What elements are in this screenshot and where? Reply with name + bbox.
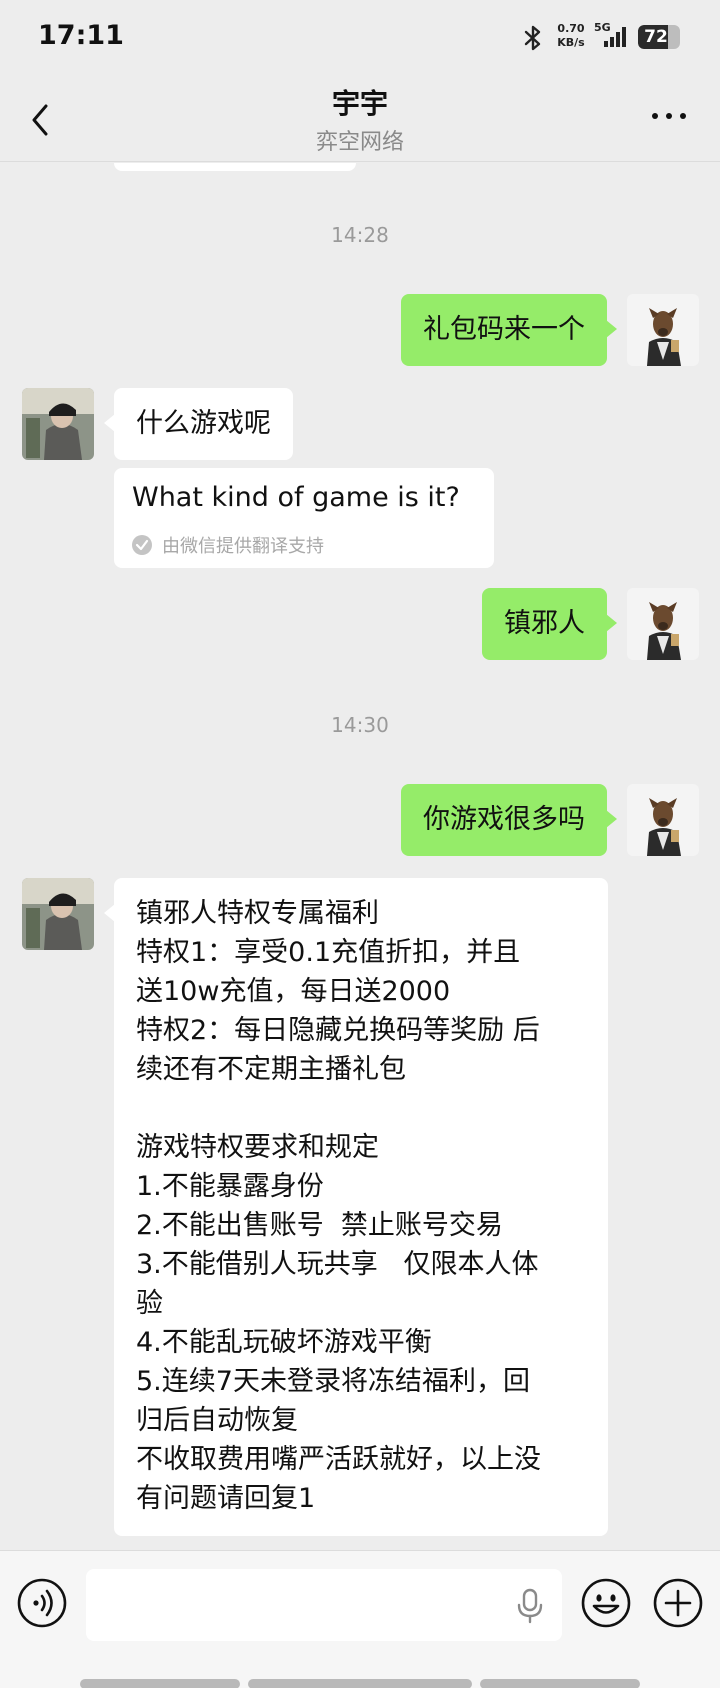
self-message-bubble[interactable]: 礼包码来一个 xyxy=(401,294,617,366)
self-avatar[interactable] xyxy=(627,294,699,366)
translation-source: 由微信提供翻译支持 xyxy=(132,532,324,558)
check-circle-icon xyxy=(132,535,152,555)
translation-source-label: 由微信提供翻译支持 xyxy=(162,536,324,557)
network-speed: 0.70 KB/s xyxy=(554,22,588,50)
nav-indicator-left xyxy=(80,1679,240,1688)
chat-header: 宇宇 弈空网络 xyxy=(0,76,720,162)
battery-level: 72 xyxy=(644,27,668,47)
message-list[interactable]: 14:28 礼包码来一个 什么游戏呢 What kind of game is … xyxy=(0,163,720,1550)
bluetooth-icon xyxy=(524,25,541,51)
message-input[interactable] xyxy=(86,1569,562,1641)
translation-text: What kind of game is it? xyxy=(132,482,460,513)
self-message-bubble[interactable]: 你游戏很多吗 xyxy=(401,784,617,856)
translation-bubble[interactable]: What kind of game is it? 由微信提供翻译支持 xyxy=(114,468,494,568)
signal-icon xyxy=(604,27,626,47)
contact-avatar[interactable] xyxy=(22,878,94,950)
self-message-bubble[interactable]: 镇邪人 xyxy=(482,588,617,660)
more-options-icon[interactable] xyxy=(650,106,688,126)
voice-icon[interactable] xyxy=(16,1577,68,1629)
network-speed-value: 0.70 xyxy=(557,22,585,35)
nav-indicator-center xyxy=(248,1679,472,1688)
contact-message-bubble[interactable]: 什么游戏呢 xyxy=(104,388,293,460)
status-time: 17:11 xyxy=(38,20,124,51)
mic-icon[interactable] xyxy=(514,1587,546,1625)
input-bar xyxy=(0,1550,720,1688)
contact-avatar[interactable] xyxy=(22,388,94,460)
self-avatar[interactable] xyxy=(627,588,699,660)
emoji-icon[interactable] xyxy=(580,1577,632,1629)
status-bar: 17:11 0.70 KB/s 5G 72 xyxy=(0,0,720,76)
plus-icon[interactable] xyxy=(652,1577,704,1629)
battery-icon: 72 xyxy=(638,25,680,49)
previous-message-bubble[interactable] xyxy=(114,163,356,171)
contact-message-bubble[interactable]: 镇邪人特权专属福利 特权1：享受0.1充值折扣，并且 送10w充值，每日送200… xyxy=(104,878,608,1536)
chat-subtitle: 弈空网络 xyxy=(315,130,404,155)
self-avatar[interactable] xyxy=(627,784,699,856)
chat-title: 宇宇 xyxy=(331,87,388,120)
timestamp: 14:28 xyxy=(331,223,389,247)
timestamp: 14:30 xyxy=(331,713,389,737)
nav-indicator-right xyxy=(480,1679,640,1688)
network-speed-unit: KB/s xyxy=(557,36,585,49)
